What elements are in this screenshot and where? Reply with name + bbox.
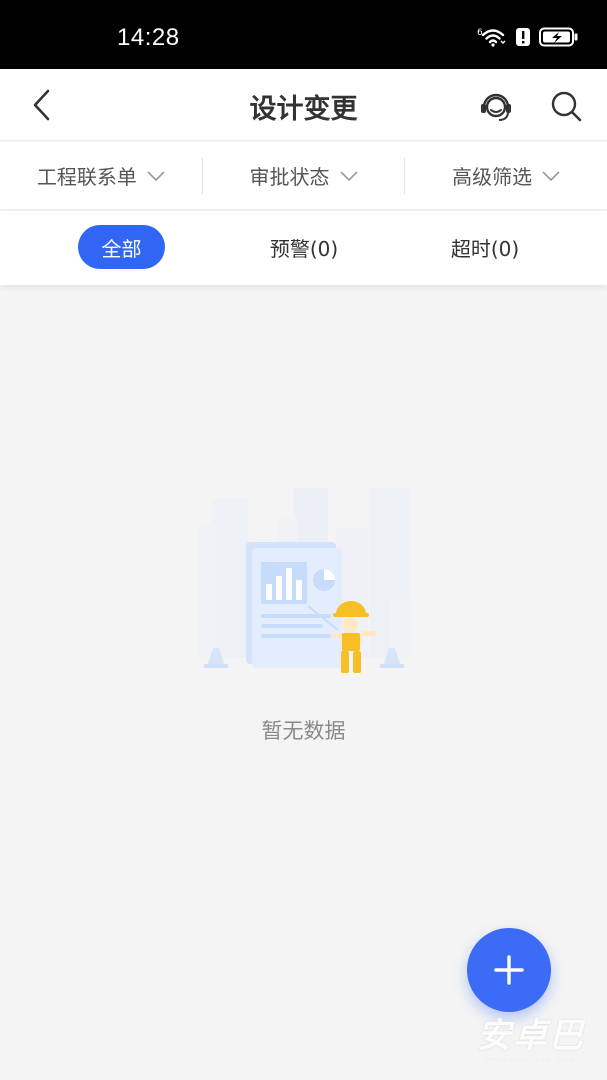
empty-message: 暂无数据 [261,719,346,743]
tab-warning[interactable]: 预警(0) [240,225,368,269]
tab-bar: 全部 预警(0) 超时(0) [0,211,607,285]
filter-approval-status[interactable]: 审批状态 [203,142,405,209]
wifi-icon: 6 [477,26,507,52]
filter-label: 高级筛选 [452,165,533,189]
page-title: 设计变更 [249,94,358,125]
chevron-down-icon [147,170,165,181]
app-bar: 设计变更 [0,69,607,141]
status-time: 14:28 [117,24,180,51]
status-icons: 6 [477,26,579,52]
search-icon [551,91,582,122]
tab-all[interactable]: 全部 [78,225,165,269]
search-button[interactable] [547,87,585,125]
tab-timeout[interactable]: 超时(0) [420,225,550,269]
watermark-url: www.anzhuo8.com [485,1055,577,1064]
filter-bar: 工程联系单 审批状态 高级筛选 [0,142,607,210]
status-bar: 14:28 6 [0,0,607,69]
watermark-title: 安卓巴 [477,1016,585,1056]
wifi-badge: 6 [477,28,483,38]
customer-service-button[interactable] [477,87,515,125]
filter-label: 工程联系单 [36,165,137,189]
filter-contact-sheet[interactable]: 工程联系单 [0,142,202,209]
add-button[interactable] [467,928,551,1012]
alert-icon [515,27,531,51]
chevron-down-icon [542,170,560,181]
customer-service-icon [481,93,511,121]
watermark: 安卓巴 www.anzhuo8.com [477,1008,585,1064]
empty-data-illustration [190,480,415,680]
filter-advanced[interactable]: 高级筛选 [405,142,607,209]
filter-label: 审批状态 [249,165,330,189]
chevron-down-icon [339,170,358,181]
plus-icon [494,955,524,985]
battery-charging-icon [539,27,579,51]
